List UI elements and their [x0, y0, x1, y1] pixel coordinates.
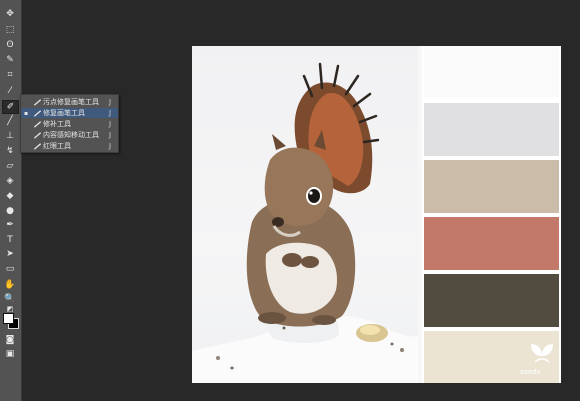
palette-swatch: [424, 103, 559, 156]
flyout-item-shortcut: J: [109, 131, 112, 139]
content-aware-move-icon: [31, 131, 43, 140]
flyout-item[interactable]: 红眼工具 J: [21, 141, 118, 151]
history-brush-tool-icon[interactable]: ↯: [3, 145, 17, 157]
quick-mask-icon[interactable]: ◙: [3, 334, 17, 346]
flyout-item[interactable]: 修补工具 J: [21, 119, 118, 129]
move-tool-icon[interactable]: ✥: [3, 8, 17, 20]
flyout-item-label: 红眼工具: [43, 142, 71, 150]
eyedropper-tool-icon[interactable]: ⁄: [3, 85, 17, 97]
spot-healing-brush-icon: [31, 98, 43, 107]
lasso-tool-icon[interactable]: ʘ: [3, 39, 17, 51]
document-canvas[interactable]: seeds: [192, 46, 561, 383]
palette-swatch: [424, 160, 559, 213]
rectangle-tool-icon[interactable]: ▭: [3, 263, 17, 275]
flyout-item-shortcut: J: [109, 120, 112, 128]
screen-mode-icon[interactable]: ▣: [3, 348, 17, 360]
healing-tools-flyout-menu: 污点修复画笔工具 J ▪ 修复画笔工具 J 修补工具 J 内容感知移动工具 J 红眼工具 J: [20, 94, 119, 153]
type-tool-icon[interactable]: T: [3, 234, 17, 246]
leaf-logo-icon: [531, 344, 553, 363]
healing-brush-tool-icon[interactable]: ✐: [2, 100, 19, 114]
flyout-item-label: 内容感知移动工具: [43, 131, 99, 139]
palette-swatch: [424, 217, 559, 270]
flyout-item-shortcut: J: [109, 142, 112, 150]
palette-swatch: [424, 46, 559, 97]
flyout-item[interactable]: 污点修复画笔工具 J: [21, 97, 118, 107]
flyout-item-shortcut: J: [109, 109, 112, 117]
eraser-tool-icon[interactable]: ▱: [3, 160, 17, 172]
marquee-tool-icon[interactable]: ⬚: [3, 24, 17, 36]
paint-bucket-tool-icon[interactable]: ◈: [3, 175, 17, 187]
quick-selection-tool-icon[interactable]: ✎: [3, 54, 17, 66]
foreground-color-swatch[interactable]: [3, 313, 14, 324]
hand-tool-icon[interactable]: ✋: [3, 279, 17, 291]
flyout-item-label: 修复画笔工具: [43, 109, 85, 117]
crop-tool-icon[interactable]: ⌗: [3, 69, 17, 81]
healing-brush-icon: [31, 109, 43, 118]
blur-tool-icon[interactable]: ◆: [3, 190, 17, 202]
brush-tool-icon[interactable]: ╱: [3, 115, 17, 127]
path-selection-tool-icon[interactable]: ➤: [3, 248, 17, 260]
flyout-item-shortcut: J: [109, 98, 112, 106]
patch-tool-icon: [31, 120, 43, 129]
selected-indicator-icon: ▪: [23, 109, 29, 117]
red-eye-tool-icon: [31, 142, 43, 151]
logo-text: seeds: [520, 368, 541, 376]
color-palette: seeds: [422, 46, 561, 383]
palette-swatch: [424, 274, 559, 327]
flyout-item-label: 污点修复画笔工具: [43, 98, 99, 106]
flyout-item-label: 修补工具: [43, 120, 71, 128]
dodge-tool-icon[interactable]: ●: [3, 205, 17, 217]
squirrel-photo: [192, 46, 418, 383]
tools-panel: ✥ ⬚ ʘ ✎ ⌗ ⁄ ✐ ╱ ⊥ ↯ ▱ ◈ ◆ ● ✒ T ➤ ▭ ✋ 🔍 ◩ ◙ ▣: [0, 0, 22, 401]
squirrel-illustration: [192, 62, 418, 383]
clone-stamp-tool-icon[interactable]: ⊥: [3, 130, 17, 142]
flyout-item[interactable]: 内容感知移动工具 J: [21, 130, 118, 140]
flyout-item[interactable]: ▪ 修复画笔工具 J: [21, 108, 118, 118]
pen-tool-icon[interactable]: ✒: [3, 219, 17, 231]
